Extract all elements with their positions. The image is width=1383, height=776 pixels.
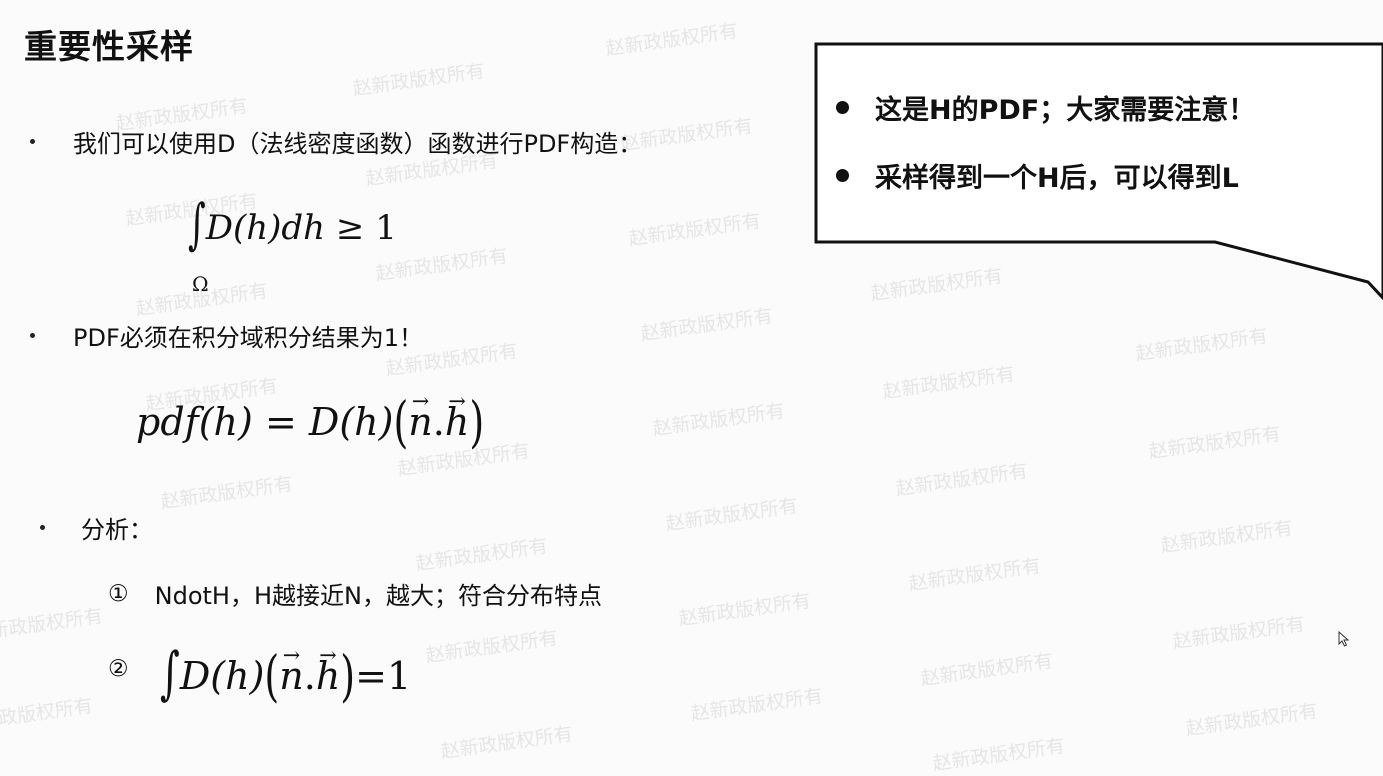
watermark: 赵新政版权所有 [919, 649, 1055, 691]
watermark: 赵新政版权所有 [639, 304, 775, 346]
formula-lhs: pdf(h) [136, 400, 253, 444]
bullet-dot [30, 139, 35, 144]
bullet-text: PDF必须在积分域积分结果为1！ [73, 324, 424, 352]
dot-operator: . [303, 654, 316, 698]
formula-d: D(h) [308, 400, 394, 444]
paren-open: ( [393, 390, 409, 454]
watermark: 赵新政版权所有 [869, 264, 1005, 306]
watermark: 赵新政版权所有 [414, 534, 550, 576]
watermark: 赵新政版权所有 [424, 626, 560, 668]
watermark: 赵新政版权所有 [627, 209, 763, 251]
formula-eq: = [355, 654, 387, 698]
analysis-item: ② [108, 656, 155, 682]
paren-close: ) [340, 644, 356, 708]
paren-close: ) [469, 390, 485, 454]
bullet-item: PDF必须在积分域积分结果为1！ [30, 318, 423, 353]
formula-body: D(h)dh [205, 208, 326, 248]
watermark: 赵新政版权所有 [351, 59, 487, 101]
watermark: 赵新政版权所有 [0, 604, 105, 646]
watermark: 赵新政版权所有 [1184, 699, 1320, 741]
dot-operator: . [432, 400, 445, 444]
watermark: 赵新政版权所有 [1159, 516, 1295, 558]
watermark: 赵新政版权所有 [1171, 612, 1307, 654]
vector-n: n [408, 400, 432, 444]
callout-bullet-dot [836, 169, 849, 182]
callout-text: 采样得到一个H后，可以得到L [875, 163, 1239, 194]
analysis-item: ① NdotH，H越接近N，越大；符合分布特点 [108, 576, 602, 611]
watermark: 赵新政版权所有 [0, 694, 95, 736]
watermark: 赵新政版权所有 [677, 589, 813, 631]
vector-n: n [279, 654, 303, 698]
formula-rhs: 1 [386, 654, 412, 698]
bullet-text: 我们可以使用D（法线密度函数）函数进行PDF构造： [73, 130, 643, 158]
watermark: 赵新政版权所有 [1134, 324, 1270, 366]
watermark: 赵新政版权所有 [894, 459, 1030, 501]
formula-normalization: ∫D(h)(n.h)=1 [160, 640, 412, 708]
watermark: 赵新政版权所有 [1147, 422, 1283, 464]
callout-bullet-dot [836, 101, 849, 114]
mouse-cursor-icon [1338, 631, 1350, 647]
watermark: 赵新政版权所有 [907, 554, 1043, 596]
watermark: 赵新政版权所有 [664, 494, 800, 536]
watermark: 赵新政版权所有 [931, 734, 1067, 776]
formula-d: D(h) [179, 654, 265, 698]
formula-integral-d: ∫D(h)dh ≥ 1 [188, 193, 397, 257]
watermark: 赵新政版权所有 [651, 399, 787, 441]
integral-sign: ∫ [188, 192, 206, 257]
callout-item: 采样得到一个H后，可以得到L [836, 156, 1239, 195]
slide-title: 重要性采样 [24, 27, 194, 66]
bullet-text: 分析： [81, 516, 153, 544]
watermark: 赵新政版权所有 [689, 684, 825, 726]
formula-relation: ≥ [335, 208, 365, 248]
watermark: 赵新政版权所有 [604, 19, 740, 61]
callout-text: 这是H的PDF；大家需要注意！ [875, 95, 1256, 126]
integral-subscript: Ω [192, 272, 209, 296]
watermark: 赵新政版权所有 [881, 362, 1017, 404]
integral-sign: ∫ [160, 640, 180, 706]
watermark: 赵新政版权所有 [159, 472, 295, 514]
vector-h: h [445, 400, 469, 444]
formula-rhs: 1 [375, 208, 397, 248]
paren-open: ( [264, 644, 280, 708]
formula-pdf: pdf(h) = D(h)(n.h) [136, 390, 484, 454]
analysis-text: NdotH，H越接近N，越大；符合分布特点 [154, 582, 602, 610]
circled-number: ② [108, 656, 129, 682]
bullet-item: 分析： [40, 510, 153, 545]
bullet-dot [30, 333, 35, 338]
vector-h: h [316, 654, 340, 698]
formula-eq: = [264, 400, 297, 444]
bullet-dot [40, 525, 45, 530]
watermark: 赵新政版权所有 [439, 722, 575, 764]
bullet-item: 我们可以使用D（法线密度函数）函数进行PDF构造： [30, 124, 642, 159]
circled-number: ① [108, 580, 129, 607]
callout-item: 这是H的PDF；大家需要注意！ [836, 88, 1255, 127]
